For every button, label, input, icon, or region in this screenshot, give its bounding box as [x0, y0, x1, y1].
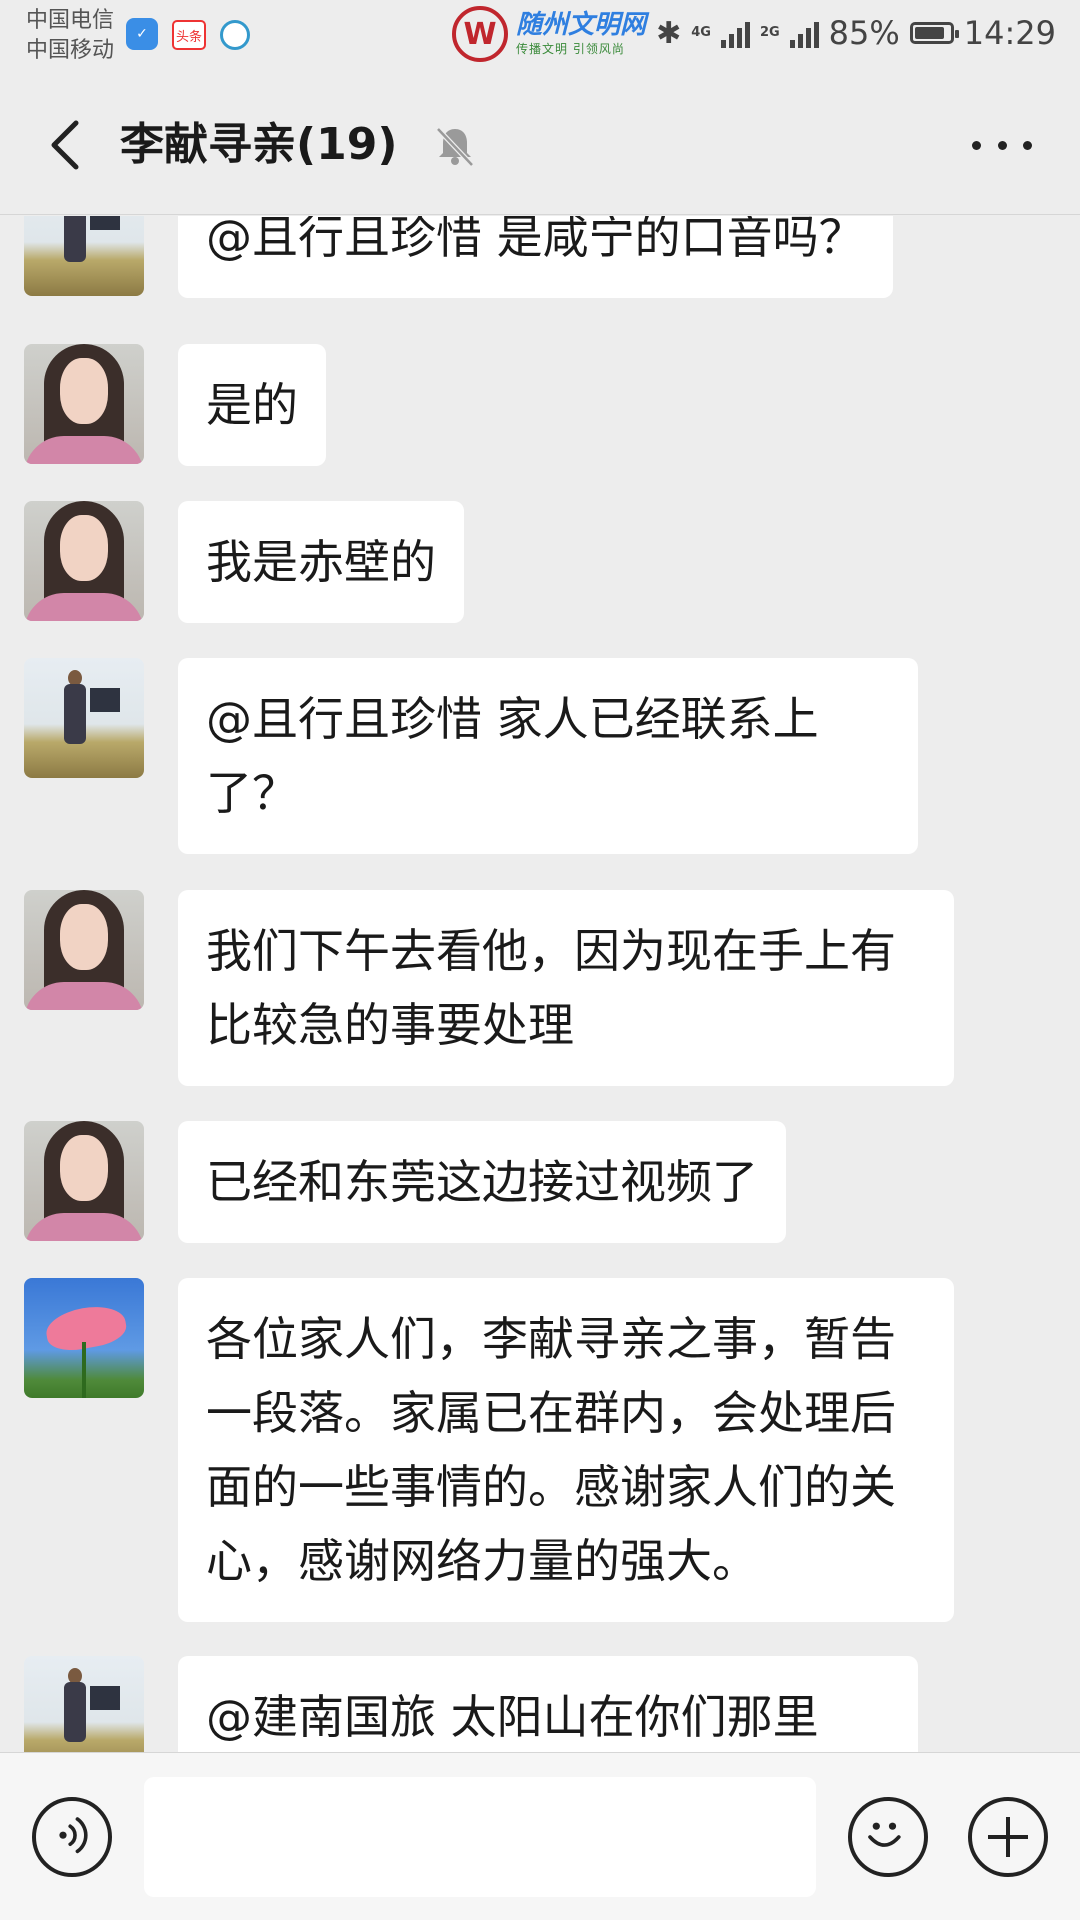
message-item: 是的: [24, 344, 326, 466]
battery-percent: 85%: [828, 14, 900, 52]
bluetooth-icon: ✱: [656, 15, 682, 51]
message-bubble[interactable]: @且行且珍惜 是咸宁的口音吗？: [178, 216, 893, 298]
watermark-subtitle: 传播文明 引领风尚: [516, 42, 625, 56]
mute-bell-icon: [432, 123, 478, 169]
signal-4g-icon: [720, 18, 750, 48]
chat-header: 李献寻亲(19): [0, 75, 1080, 215]
message-item: 我是赤壁的: [24, 501, 464, 623]
carrier-2: 中国移动: [26, 38, 115, 63]
emoji-icon[interactable]: [848, 1797, 928, 1877]
status-bar: 中国电信 中国移动 ✓ 头条 W 随州文明网 传播文明 引领风尚 ✱ 4G 2G…: [0, 0, 1080, 75]
watermark-emblem-icon: W: [452, 6, 508, 62]
network-2g-label: 2G: [759, 25, 780, 40]
message-list[interactable]: @且行且珍惜 是咸宁的口音吗？ 是的 我是赤壁的 @且行且珍惜 家人已经联系上了…: [0, 216, 1080, 1752]
clock: 14:29: [963, 14, 1056, 52]
input-bar: [0, 1752, 1080, 1920]
message-item: @且行且珍惜 是咸宁的口音吗？: [24, 216, 893, 298]
battery-icon: [909, 22, 959, 44]
watermark-title: 随州文明网: [516, 10, 647, 40]
avatar[interactable]: [24, 1656, 144, 1752]
message-bubble[interactable]: 我是赤壁的: [178, 501, 464, 623]
avatar[interactable]: [24, 890, 144, 1010]
message-bubble[interactable]: 我们下午去看他，因为现在手上有比较急的事要处理: [178, 890, 954, 1086]
message-bubble[interactable]: @且行且珍惜 家人已经联系上了？: [178, 658, 918, 854]
voice-icon[interactable]: [32, 1797, 112, 1877]
avatar[interactable]: [24, 658, 144, 778]
message-item: 已经和东莞这边接过视频了: [24, 1121, 786, 1243]
system-indicators: ✱ 4G 2G 85% 14:29: [656, 14, 1056, 52]
more-dots-icon[interactable]: [972, 125, 1032, 165]
chat-title: 李献寻亲(19): [120, 119, 398, 170]
message-bubble[interactable]: 是的: [178, 344, 326, 466]
signal-2g-icon: [789, 18, 819, 48]
message-bubble[interactable]: 各位家人们，李献寻亲之事，暂告一段落。家属已在群内，会处理后面的一些事情的。感谢…: [178, 1278, 954, 1622]
toutiao-icon: 头条: [172, 20, 206, 50]
message-item: 各位家人们，李献寻亲之事，暂告一段落。家属已在群内，会处理后面的一些事情的。感谢…: [24, 1278, 954, 1622]
avatar[interactable]: [24, 344, 144, 464]
message-bubble[interactable]: @建南国旅 太阳山在你们那里: [178, 1656, 918, 1752]
carrier-info: 中国电信 中国移动: [26, 6, 114, 66]
carrier-1: 中国电信: [26, 8, 115, 33]
message-item: @建南国旅 太阳山在你们那里: [24, 1656, 918, 1752]
message-input[interactable]: [144, 1777, 816, 1897]
avatar[interactable]: [24, 1278, 144, 1398]
shield-icon: ✓: [126, 18, 158, 50]
avatar[interactable]: [24, 501, 144, 621]
notification-icons: ✓ 头条: [126, 18, 250, 50]
message-bubble[interactable]: 已经和东莞这边接过视频了: [178, 1121, 786, 1243]
avatar[interactable]: [24, 1121, 144, 1241]
message-item: 我们下午去看他，因为现在手上有比较急的事要处理: [24, 890, 954, 1086]
avatar[interactable]: [24, 216, 144, 296]
back-arrow-icon[interactable]: [38, 115, 98, 175]
network-4g-label: 4G: [691, 25, 711, 40]
browser-icon: [220, 20, 250, 50]
watermark-logo: W 随州文明网 传播文明 引领风尚: [452, 6, 646, 62]
plus-icon[interactable]: [968, 1797, 1048, 1877]
message-item: @且行且珍惜 家人已经联系上了？: [24, 658, 918, 854]
